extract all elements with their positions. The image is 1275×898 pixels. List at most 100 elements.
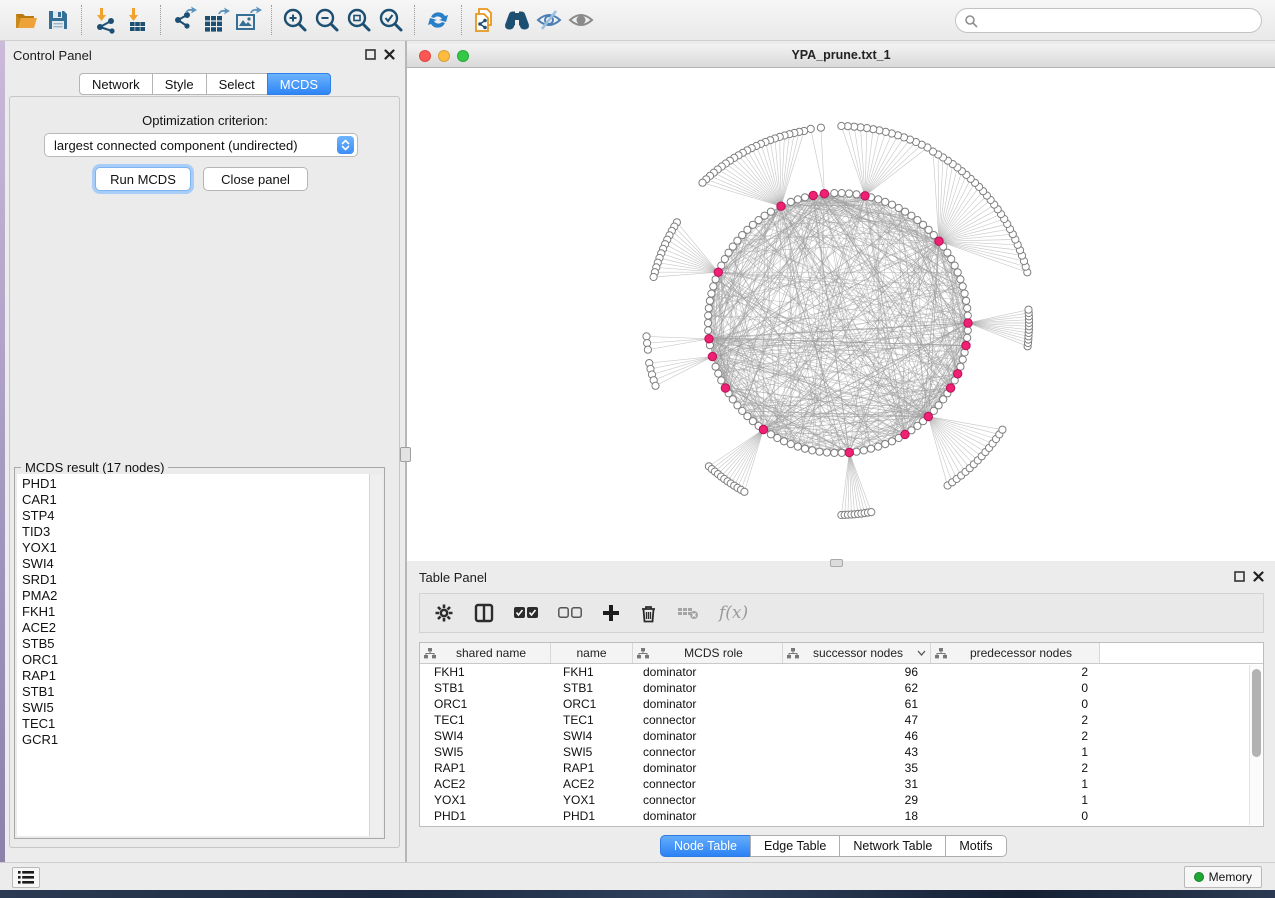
- table-settings-icon[interactable]: [434, 603, 454, 623]
- search-field[interactable]: [955, 8, 1262, 33]
- apply-layout-icon[interactable]: [422, 4, 454, 36]
- import-table-icon[interactable]: [121, 4, 153, 36]
- tab-node-table[interactable]: Node Table: [660, 835, 750, 857]
- zoom-out-icon[interactable]: [311, 4, 343, 36]
- save-session-icon[interactable]: [42, 4, 74, 36]
- import-network-icon[interactable]: [89, 4, 121, 36]
- column-header-name[interactable]: name: [551, 643, 633, 663]
- node-table-body[interactable]: FKH1FKH1dominator962STB1STB1dominator620…: [420, 664, 1263, 824]
- column-header-successor-nodes[interactable]: successor nodes: [783, 643, 931, 663]
- mcds-result-item[interactable]: TID3: [22, 524, 369, 540]
- network-window-titlebar[interactable]: YPA_prune.txt_1: [407, 44, 1275, 68]
- main-toolbar: [0, 0, 1275, 41]
- search-input[interactable]: [983, 14, 1261, 28]
- export-image-icon[interactable]: [232, 4, 264, 36]
- node-table[interactable]: shared name name MCDS role successor nod…: [419, 642, 1264, 827]
- tab-edge-table[interactable]: Edge Table: [750, 835, 839, 857]
- mcds-result-list[interactable]: PHD1CAR1STP4TID3YOX1SWI4SRD1PMA2FKH1ACE2…: [17, 474, 369, 836]
- zoom-in-icon[interactable]: [279, 4, 311, 36]
- open-file-icon[interactable]: [10, 4, 42, 36]
- table-cell: connector: [633, 793, 783, 807]
- toolbar-separator: [414, 5, 415, 35]
- hide-selected-icon[interactable]: [533, 4, 565, 36]
- memory-button[interactable]: Memory: [1184, 866, 1262, 888]
- table-cell: STB1: [420, 681, 551, 695]
- close-panel-icon[interactable]: [384, 49, 395, 60]
- mcds-result-item[interactable]: SRD1: [22, 572, 369, 588]
- select-all-icon[interactable]: [514, 607, 538, 619]
- table-row[interactable]: YOX1YOX1connector291: [420, 792, 1263, 808]
- tab-network[interactable]: Network: [79, 73, 152, 95]
- table-row[interactable]: RAP1RAP1dominator352: [420, 760, 1263, 776]
- mcds-result-item[interactable]: CAR1: [22, 492, 369, 508]
- float-panel-icon[interactable]: [365, 49, 376, 60]
- export-table-icon[interactable]: [200, 4, 232, 36]
- desktop-wallpaper: [0, 890, 1275, 898]
- tab-motifs[interactable]: Motifs: [945, 835, 1006, 857]
- mcds-list-scrollbar[interactable]: [369, 474, 382, 836]
- delete-column-icon[interactable]: [640, 604, 657, 623]
- network-view-canvas[interactable]: [407, 68, 1275, 561]
- mcds-result-item[interactable]: RAP1: [22, 668, 369, 684]
- close-panel-button[interactable]: Close panel: [203, 167, 308, 191]
- table-cell: SWI4: [551, 729, 633, 743]
- table-row[interactable]: PHD1PHD1dominator180: [420, 808, 1263, 824]
- mcds-result-item[interactable]: PHD1: [22, 476, 369, 492]
- close-panel-icon[interactable]: [1253, 571, 1264, 582]
- mcds-result-item[interactable]: ACE2: [22, 620, 369, 636]
- mcds-result-item[interactable]: YOX1: [22, 540, 369, 556]
- table-cell: 0: [931, 809, 1100, 823]
- table-row[interactable]: ACE2ACE2connector311: [420, 776, 1263, 792]
- show-all-icon[interactable]: [565, 4, 597, 36]
- table-row[interactable]: ORC1ORC1dominator610: [420, 696, 1263, 712]
- table-cell: ACE2: [420, 777, 551, 791]
- table-cell: ACE2: [551, 777, 633, 791]
- tab-network-table[interactable]: Network Table: [839, 835, 945, 857]
- table-row[interactable]: TEC1TEC1connector472: [420, 712, 1263, 728]
- tab-select[interactable]: Select: [206, 73, 267, 95]
- column-header-predecessor-nodes[interactable]: predecessor nodes: [931, 643, 1100, 663]
- create-column-icon[interactable]: [602, 604, 620, 622]
- mcds-result-item[interactable]: PMA2: [22, 588, 369, 604]
- table-cell: 0: [931, 681, 1100, 695]
- table-row[interactable]: FKH1FKH1dominator962: [420, 664, 1263, 680]
- mcds-result-item[interactable]: STP4: [22, 508, 369, 524]
- memory-label: Memory: [1209, 870, 1252, 884]
- column-header-mcds-role[interactable]: MCDS role: [633, 643, 783, 663]
- table-scrollbar-thumb[interactable]: [1252, 669, 1261, 757]
- mcds-result-item[interactable]: SWI5: [22, 700, 369, 716]
- find-icon[interactable]: [501, 4, 533, 36]
- export-network-icon[interactable]: [168, 4, 200, 36]
- table-cell: dominator: [633, 729, 783, 743]
- mcds-result-item[interactable]: SWI4: [22, 556, 369, 572]
- deselect-all-icon[interactable]: [558, 607, 582, 619]
- float-panel-icon[interactable]: [1234, 571, 1245, 582]
- table-toolbar: f(x): [419, 593, 1264, 633]
- zoom-fit-icon[interactable]: [343, 4, 375, 36]
- splitter-grip[interactable]: [400, 447, 411, 462]
- mcds-result-item[interactable]: GCR1: [22, 732, 369, 748]
- mcds-result-item[interactable]: STB5: [22, 636, 369, 652]
- table-cell: 1: [931, 777, 1100, 791]
- task-history-button[interactable]: [12, 867, 40, 888]
- new-network-from-selection-icon[interactable]: [469, 4, 501, 36]
- optimization-criterion-select[interactable]: largest connected component (undirected): [44, 133, 358, 157]
- table-cell: 43: [783, 745, 931, 759]
- column-header-shared-name[interactable]: shared name: [420, 643, 551, 663]
- mcds-result-item[interactable]: ORC1: [22, 652, 369, 668]
- table-row[interactable]: STB1STB1dominator620: [420, 680, 1263, 696]
- table-row[interactable]: SWI4SWI4dominator462: [420, 728, 1263, 744]
- tab-style[interactable]: Style: [152, 73, 206, 95]
- mcds-result-item[interactable]: TEC1: [22, 716, 369, 732]
- zoom-selected-icon[interactable]: [375, 4, 407, 36]
- splitter-grip[interactable]: [830, 559, 843, 567]
- table-row[interactable]: SWI5SWI5connector431: [420, 744, 1263, 760]
- mcds-result-item[interactable]: STB1: [22, 684, 369, 700]
- table-cell: TEC1: [420, 713, 551, 727]
- tab-mcds[interactable]: MCDS: [267, 73, 331, 95]
- table-cell: 47: [783, 713, 931, 727]
- run-mcds-button[interactable]: Run MCDS: [95, 167, 191, 191]
- mcds-result-item[interactable]: FKH1: [22, 604, 369, 620]
- show-columns-icon[interactable]: [474, 603, 494, 623]
- table-scrollbar[interactable]: [1249, 665, 1262, 825]
